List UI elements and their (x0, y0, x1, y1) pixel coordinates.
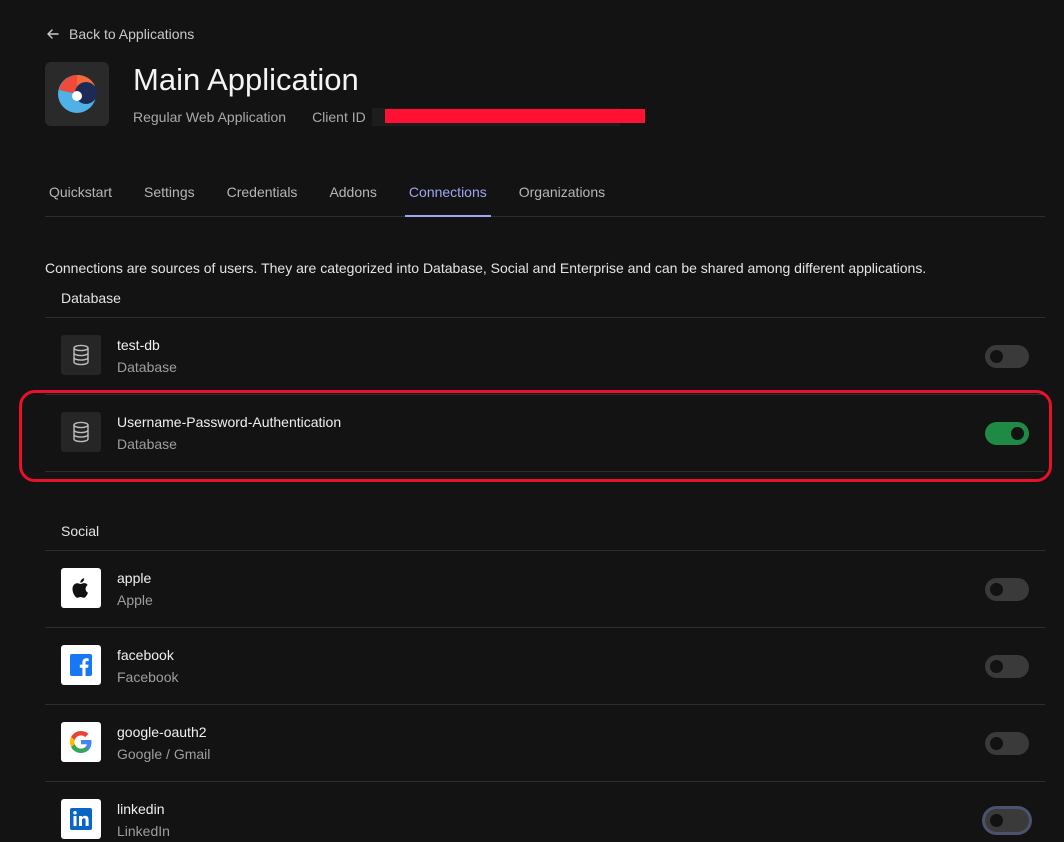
toggle-knob (990, 660, 1003, 673)
tab-settings[interactable]: Settings (140, 174, 199, 216)
connection-name: facebook (117, 647, 174, 663)
application-logo (45, 62, 109, 126)
application-connections-page: Back to Applications Main Application Re… (0, 0, 1064, 842)
connection-type: Google / Gmail (117, 746, 211, 762)
connection-name: apple (117, 570, 152, 586)
toggle-knob (990, 350, 1003, 363)
app-logo-icon (58, 74, 97, 113)
connection-toggle-facebook[interactable] (985, 655, 1029, 678)
database-icon (61, 412, 101, 452)
toggle-knob (990, 737, 1003, 750)
tab-addons[interactable]: Addons (325, 174, 380, 216)
back-link-label: Back to Applications (69, 26, 195, 42)
connection-name: Username-Password-Authentication (117, 414, 342, 430)
connection-toggle-username-password-authentication[interactable] (985, 422, 1029, 445)
linkedin-icon (61, 799, 101, 839)
divider (45, 471, 1045, 472)
application-tabs: Quickstart Settings Credentials Addons C… (45, 174, 1045, 217)
apple-icon (61, 568, 101, 608)
connection-row-facebook: facebook Facebook (45, 628, 1045, 705)
toggle-knob (990, 583, 1003, 596)
page-title: Main Application (133, 62, 359, 97)
facebook-icon (61, 645, 101, 685)
tab-credentials[interactable]: Credentials (223, 174, 302, 216)
connection-row-username-password-authentication: Username-Password-Authentication Databas… (45, 395, 1045, 472)
toggle-knob (1011, 427, 1024, 440)
connection-toggle-apple[interactable] (985, 578, 1029, 601)
tab-connections[interactable]: Connections (404, 174, 491, 217)
back-to-applications-link[interactable]: Back to Applications (46, 26, 194, 42)
google-icon (61, 722, 101, 762)
client-id-label: Client ID (312, 109, 366, 125)
client-id-redaction (385, 109, 645, 123)
connection-type: Apple (117, 592, 153, 608)
connection-row-apple: apple Apple (45, 551, 1045, 628)
social-section-label: Social (61, 523, 100, 539)
connection-type: Database (117, 359, 177, 375)
connection-name: linkedin (117, 801, 165, 817)
toggle-knob (990, 814, 1003, 827)
tab-organizations[interactable]: Organizations (515, 174, 609, 216)
arrow-left-icon (47, 29, 59, 39)
connection-toggle-test-db[interactable] (985, 345, 1029, 368)
connection-type: Facebook (117, 669, 179, 685)
database-section-label: Database (61, 290, 121, 306)
connections-description: Connections are sources of users. They a… (45, 260, 927, 276)
connection-row-test-db: test-db Database (45, 318, 1045, 395)
connection-type: LinkedIn (117, 823, 170, 839)
connection-row-google-oauth2: google-oauth2 Google / Gmail (45, 705, 1045, 782)
database-icon (61, 335, 101, 375)
connection-toggle-linkedin[interactable] (985, 809, 1029, 832)
connection-name: google-oauth2 (117, 724, 207, 740)
application-type: Regular Web Application (133, 109, 287, 125)
tab-quickstart[interactable]: Quickstart (45, 174, 116, 216)
connection-name: test-db (117, 337, 160, 353)
connection-toggle-google-oauth2[interactable] (985, 732, 1029, 755)
connection-row-linkedin: linkedin LinkedIn (45, 782, 1045, 842)
connection-type: Database (117, 436, 177, 452)
